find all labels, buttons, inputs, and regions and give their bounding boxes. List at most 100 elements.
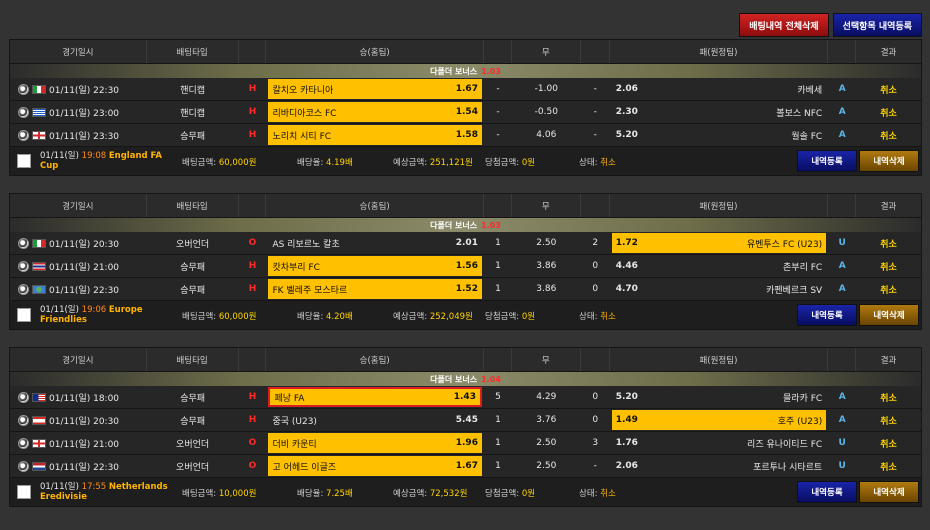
home-cell: 중국 (U23) 5.45 [266,409,484,431]
draw-odds[interactable]: 2.50 [512,455,581,477]
away-odds-option[interactable]: 촌부리 FC 4.46 [612,256,827,276]
home-odds-option[interactable]: 캇차부리 FC 1.56 [268,256,482,276]
away-odds-option[interactable]: 월솔 FC 5.20 [612,125,827,145]
away-team: 촌부리 FC [783,262,823,273]
register-history-button[interactable]: 내역등록 [797,150,857,172]
home-cell: FK 벨레주 모스타르 1.52 [266,278,484,300]
draw-odds[interactable]: 2.50 [512,432,581,454]
draw-odds[interactable]: 3.86 [512,278,581,300]
register-history-button[interactable]: 내역등록 [797,481,857,503]
delete-history-button[interactable]: 내역삭제 [859,481,919,503]
away-odds: 4.46 [615,261,638,271]
away-odds-option[interactable]: 믈라카 FC 5.20 [612,387,827,407]
away-cell: 호주 (U23) 1.49 [610,409,829,431]
slip-summary: 01/11(일) 19:08 England FA Cup 배팅금액: 60,00… [10,147,921,175]
draw-indicator: 1 [495,238,501,248]
delete-history-button[interactable]: 내역삭제 [859,304,919,326]
home-indicator: H [248,107,257,117]
draw-odds[interactable]: 2.50 [512,232,581,254]
away-odds-option[interactable]: 호주 (U23) 1.49 [611,410,827,430]
expected-amount-label: 예상금액: [393,158,428,168]
match-row: 01/11(일) 21:00 승무패 H 캇차부리 FC 1.56 1 3.86 0 촌부리 F… [10,255,921,278]
draw-odds[interactable]: -0.50 [512,101,581,123]
match-row: 01/11(일) 22:30 오버언더 O 고 어헤드 이글즈 1.67 1 2.50 - 포르… [10,455,921,478]
match-date: 01/11(일) 21:00 [49,262,120,273]
expected-amount-value: 252,049원 [429,312,473,322]
draw-odds[interactable]: 4.06 [512,124,581,146]
home-team: 중국 (U23) [272,416,317,427]
home-odds-option[interactable]: 리바디아코스 FC 1.54 [268,102,482,122]
select-checkbox[interactable] [17,154,31,168]
result-status: 취소 [880,393,897,404]
slip-time: 19:08 [81,151,107,161]
draw-odds[interactable]: 3.76 [512,409,581,431]
soccer-ball-icon [18,260,29,272]
home-odds-option[interactable]: 칼치오 카타니아 1.67 [268,79,482,99]
draw-odds[interactable]: -1.00 [512,78,581,100]
country-flag-icon [32,238,46,248]
away-cell: 볼보스 NFC 2.30 [610,101,829,123]
header-draw: 무 [512,348,581,371]
draw-odds[interactable]: 4.29 [512,386,581,408]
home-cell: 리바디아코스 FC 1.54 [266,101,484,123]
match-row: 01/11(일) 22:30 핸디캡 H 칼치오 카타니아 1.67 - -1.00 - 카베세… [10,78,921,101]
select-checkbox[interactable] [17,308,31,322]
soccer-ball-icon [18,437,29,449]
total-odds: 배당율: 7.25배 [297,487,353,499]
away-odds-option[interactable]: 볼보스 NFC 2.30 [612,102,827,122]
register-history-button[interactable]: 내역등록 [797,304,857,326]
header-spacer [828,40,857,63]
result-pick: A [838,284,846,294]
select-checkbox[interactable] [17,485,31,499]
away-odds-option[interactable]: 유벤투스 FC (U23) 1.72 [611,233,827,253]
slip-time: 19:06 [81,305,107,315]
away-odds-option[interactable]: 카펜베르크 SV 4.70 [612,279,827,299]
home-odds-option[interactable]: 더비 카운티 1.96 [268,433,482,453]
slip-status-value: 취소 [600,158,616,168]
slip-status-value: 취소 [600,312,616,322]
result-pick: A [838,130,846,140]
away-indicator: 2 [592,238,599,248]
home-odds-option[interactable]: AS 리보르노 칼초 2.01 [268,233,482,253]
register-selected-button[interactable]: 선택항목 내역등록 [832,13,922,37]
home-odds-option[interactable]: 페낭 FA 1.43 [268,387,482,407]
result-status: 취소 [880,416,897,427]
home-odds: 1.43 [453,392,476,402]
home-odds-option[interactable]: 고 어헤드 이글즈 1.67 [268,456,482,476]
home-indicator: H [248,261,257,271]
away-team: 카펜베르크 SV [766,285,823,296]
match-row: 01/11(일) 18:00 승무패 H 페낭 FA 1.43 5 4.29 0 믈라카 FC 5… [10,386,921,409]
home-odds: 1.67 [455,461,478,471]
delete-all-history-button[interactable]: 배팅내역 전체삭제 [739,13,829,37]
header-spacer [239,348,267,371]
home-odds-option[interactable]: 중국 (U23) 5.45 [268,410,482,430]
win-amount: 당첨금액: 0원 [485,156,535,168]
bet-type: 승무패 [180,285,206,296]
away-team: 호주 (U23) [777,416,823,427]
away-odds: 5.20 [615,392,638,402]
total-odds: 배당율: 4.20배 [297,310,353,322]
away-odds: 2.06 [615,84,638,94]
match-date-cell: 01/11(일) 20:30 [10,232,147,254]
match-row: 01/11(일) 22:30 승무패 H FK 벨레주 모스타르 1.52 1 3.86 0 카… [10,278,921,301]
match-date: 01/11(일) 20:30 [49,416,120,427]
away-odds-option[interactable]: 포르투나 시타르트 2.06 [612,456,827,476]
draw-odds[interactable]: 3.86 [512,255,581,277]
away-team: 믈라카 FC [783,393,823,404]
away-cell: 월솔 FC 5.20 [610,124,829,146]
soccer-ball-icon [18,83,29,95]
delete-history-button[interactable]: 내역삭제 [859,150,919,172]
home-odds-option[interactable]: 노리치 시티 FC 1.58 [268,125,482,145]
home-odds-option[interactable]: FK 벨레주 모스타르 1.52 [268,279,482,299]
away-odds-option[interactable]: 리즈 유나이티드 FC 1.76 [612,433,827,453]
match-date-cell: 01/11(일) 23:30 [10,124,147,146]
away-indicator: - [593,461,597,471]
country-flag-icon [32,130,46,140]
home-indicator: O [248,238,257,248]
away-odds-option[interactable]: 카베세 2.06 [612,79,827,99]
home-team: 더비 카운티 [272,439,317,450]
result-status: 취소 [880,439,897,450]
home-team: 고 어헤드 이글즈 [272,462,337,473]
home-indicator: H [248,392,257,402]
draw-indicator: 1 [495,261,501,271]
